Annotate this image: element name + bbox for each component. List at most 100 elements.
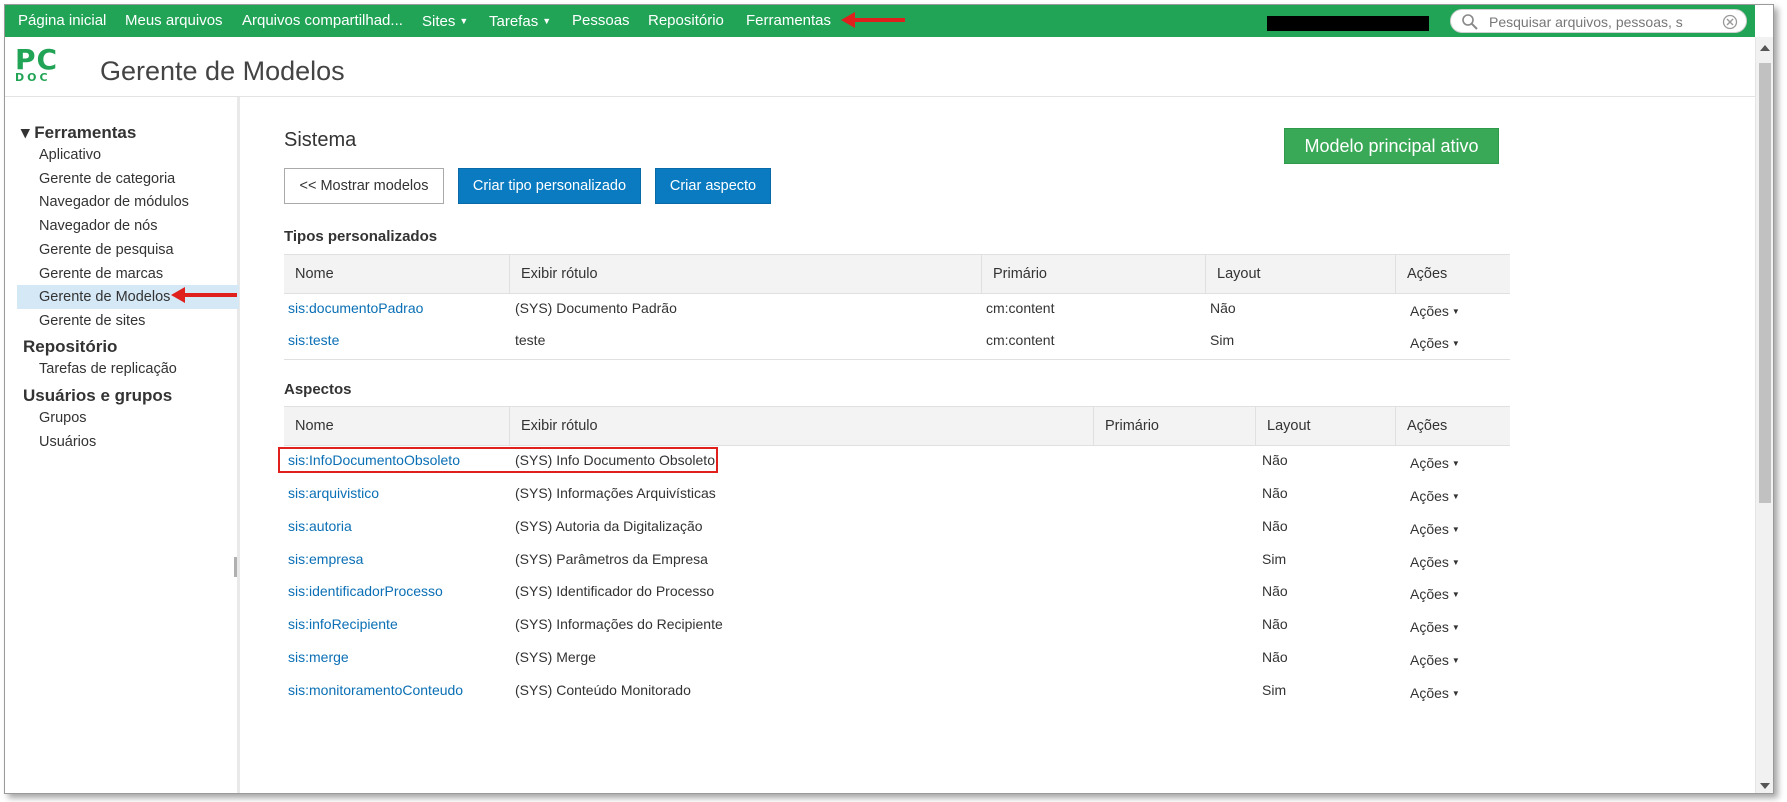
column-header-label[interactable]: Exibir rótulo xyxy=(510,407,1094,446)
aspect-label: (SYS) Identificador do Processo xyxy=(515,583,715,599)
nav-tools[interactable]: Ferramentas xyxy=(746,5,831,37)
custom-types-heading: Tipos personalizados xyxy=(284,228,438,245)
aspect-label: (SYS) Autoria da Digitalização xyxy=(515,518,703,534)
table-row: sis:autoria (SYS) Autoria da Digitalizaç… xyxy=(284,512,1510,545)
nav-tasks[interactable]: Tarefas ▼ xyxy=(489,5,551,37)
aspect-label: (SYS) Conteúdo Monitorado xyxy=(515,682,691,698)
sidebar-section-users-groups: Usuários e grupos xyxy=(23,386,173,405)
nav-shared-files[interactable]: Arquivos compartilhad... xyxy=(242,5,403,37)
scroll-thumb[interactable] xyxy=(1759,63,1771,503)
type-primary: cm:content xyxy=(986,300,1055,316)
actions-dropdown[interactable]: Ações ▼ xyxy=(1410,610,1460,643)
actions-dropdown[interactable]: Ações ▼ xyxy=(1410,577,1460,610)
create-aspect-button[interactable]: Criar aspecto xyxy=(655,168,771,204)
column-header-primary[interactable]: Primário xyxy=(1094,407,1256,446)
column-header-actions: Ações xyxy=(1407,266,1448,282)
aspect-name-link[interactable]: sis:infoRecipiente xyxy=(288,610,398,643)
table-row: sis:identificadorProcesso (SYS) Identifi… xyxy=(284,577,1510,610)
sidebar-item-application[interactable]: Aplicativo xyxy=(17,143,239,167)
chevron-down-icon: ▼ xyxy=(459,16,469,26)
type-layout: Sim xyxy=(1210,332,1235,348)
scroll-down-icon[interactable] xyxy=(1760,783,1770,789)
sidebar-item-category-manager[interactable]: Gerente de categoria xyxy=(17,167,239,191)
chevron-down-icon: ▼ xyxy=(1451,459,1460,468)
nav-sites[interactable]: Sites ▼ xyxy=(422,5,468,37)
sidebar-item-search-manager[interactable]: Gerente de pesquisa xyxy=(17,238,239,262)
column-header-name[interactable]: Nome xyxy=(284,255,510,294)
aspect-name-link[interactable]: sis:merge xyxy=(288,643,349,676)
table-header: Nome Exibir rótulo Primário Layout Ações xyxy=(284,406,1510,446)
column-header-label[interactable]: Exibir rótulo xyxy=(510,255,982,294)
sidebar-item-model-manager[interactable]: Gerente de Modelos xyxy=(17,285,239,309)
actions-dropdown[interactable]: Ações ▼ xyxy=(1410,545,1460,578)
main-content: Sistema Modelo principal ativo << Mostra… xyxy=(240,97,1755,793)
sidebar-section-repository: Repositório xyxy=(23,337,118,356)
actions-dropdown[interactable]: Ações ▼ xyxy=(1410,326,1460,359)
pcdoc-logo[interactable]: PC DOC xyxy=(13,43,83,85)
sidebar-item-replication-jobs[interactable]: Tarefas de replicação xyxy=(17,357,239,381)
clear-search-icon[interactable] xyxy=(1722,14,1738,30)
aspect-label: (SYS) Merge xyxy=(515,649,596,665)
actions-dropdown[interactable]: Ações ▼ xyxy=(1410,479,1460,512)
type-name-link[interactable]: sis:documentoPadrao xyxy=(288,294,423,327)
column-header-layout[interactable]: Layout xyxy=(1256,407,1396,446)
table-row: sis:documentoPadrao (SYS) Documento Padr… xyxy=(284,294,1510,327)
sidebar-section-tools[interactable]: ▾ Ferramentas xyxy=(21,123,136,143)
search-icon[interactable] xyxy=(1461,13,1479,31)
actions-dropdown[interactable]: Ações ▼ xyxy=(1410,512,1460,545)
page-scrollbar[interactable] xyxy=(1755,37,1773,793)
chevron-down-icon: ▼ xyxy=(1451,590,1460,599)
type-label: (SYS) Documento Padrão xyxy=(515,300,677,316)
aspect-layout: Não xyxy=(1262,452,1288,468)
nav-home[interactable]: Página inicial xyxy=(18,5,106,37)
sidebar-resize-handle[interactable] xyxy=(234,557,237,577)
sidebar-item-node-browser[interactable]: Navegador de nós xyxy=(17,214,239,238)
redacted-username xyxy=(1267,16,1429,31)
aspects-heading: Aspectos xyxy=(284,381,352,398)
sidebar-item-module-browser[interactable]: Navegador de módulos xyxy=(17,190,239,214)
create-custom-type-button[interactable]: Criar tipo personalizado xyxy=(458,168,641,204)
nav-repository[interactable]: Repositório xyxy=(648,5,724,37)
aspect-layout: Não xyxy=(1262,649,1288,665)
sidebar: ▾ Ferramentas Aplicativo Gerente de cate… xyxy=(5,97,240,793)
table-row: sis:infoRecipiente (SYS) Informações do … xyxy=(284,610,1510,643)
active-model-button[interactable]: Modelo principal ativo xyxy=(1284,128,1499,164)
column-header-primary[interactable]: Primário xyxy=(982,255,1206,294)
show-models-button[interactable]: << Mostrar modelos xyxy=(284,168,444,204)
column-header-layout[interactable]: Layout xyxy=(1206,255,1396,294)
actions-dropdown[interactable]: Ações ▼ xyxy=(1410,446,1460,479)
type-layout: Não xyxy=(1210,300,1236,316)
aspect-name-link[interactable]: sis:empresa xyxy=(288,545,363,578)
aspect-layout: Não xyxy=(1262,485,1288,501)
nav-my-files[interactable]: Meus arquivos xyxy=(125,5,223,37)
search-input[interactable] xyxy=(1489,12,1709,32)
table-row: sis:monitoramentoConteudo (SYS) Conteúdo… xyxy=(284,676,1510,709)
actions-dropdown[interactable]: Ações ▼ xyxy=(1410,676,1460,709)
sidebar-item-users[interactable]: Usuários xyxy=(17,430,239,454)
nav-people[interactable]: Pessoas xyxy=(572,5,630,37)
aspect-name-link[interactable]: sis:arquivistico xyxy=(288,479,379,512)
chevron-down-icon: ▼ xyxy=(1451,558,1460,567)
table-row: sis:teste teste cm:content Sim Ações ▼ xyxy=(284,326,1510,359)
chevron-down-icon: ▼ xyxy=(1451,339,1460,348)
section-title: Sistema xyxy=(284,129,357,151)
chevron-down-icon: ▼ xyxy=(1451,525,1460,534)
aspect-name-link[interactable]: sis:identificadorProcesso xyxy=(288,577,443,610)
sidebar-item-groups[interactable]: Grupos xyxy=(17,406,239,430)
sidebar-item-tag-manager[interactable]: Gerente de marcas xyxy=(17,262,239,286)
aspect-label: (SYS) Informações Arquivísticas xyxy=(515,485,716,501)
sidebar-item-site-manager[interactable]: Gerente de sites xyxy=(17,309,239,333)
column-header-name[interactable]: Nome xyxy=(284,407,510,446)
page-title: Gerente de Modelos xyxy=(100,56,345,86)
aspect-name-link[interactable]: sis:monitoramentoConteudo xyxy=(288,676,463,709)
aspect-layout: Não xyxy=(1262,518,1288,534)
aspect-name-link[interactable]: sis:autoria xyxy=(288,512,352,545)
custom-types-table: Nome Exibir rótulo Primário Layout Ações… xyxy=(284,254,1510,360)
scroll-up-icon[interactable] xyxy=(1760,45,1770,51)
chevron-down-icon: ▼ xyxy=(1451,492,1460,501)
type-name-link[interactable]: sis:teste xyxy=(288,326,339,359)
aspect-layout: Não xyxy=(1262,616,1288,632)
actions-dropdown[interactable]: Ações ▼ xyxy=(1410,643,1460,676)
app-window: Página inicial Meus arquivos Arquivos co… xyxy=(4,4,1774,794)
actions-dropdown[interactable]: Ações ▼ xyxy=(1410,294,1460,327)
